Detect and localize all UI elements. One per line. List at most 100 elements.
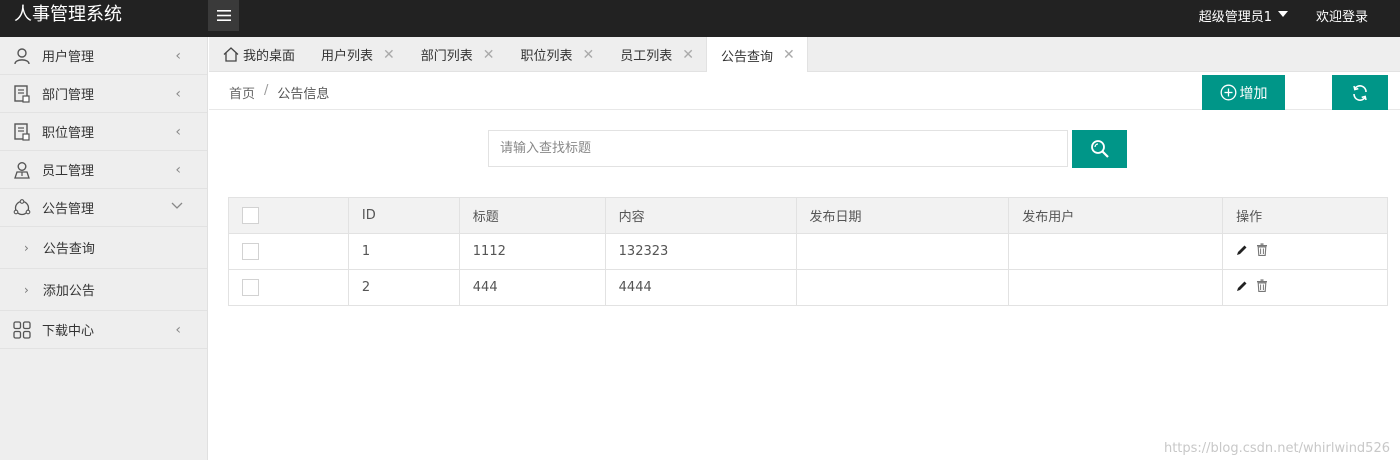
user-name: 超级管理员1 — [1198, 10, 1272, 25]
column-header-user: 发布用户 — [1008, 197, 1224, 234]
caret-down-icon — [1277, 10, 1288, 17]
top-bar: 人事管理系统 超级管理员1 欢迎登录 — [0, 0, 1400, 37]
close-icon[interactable]: ✕ — [583, 47, 595, 63]
sidebar-item-position-management[interactable]: 职位管理 ‹ — [0, 113, 207, 151]
tab-label: 公告查询 — [721, 49, 774, 65]
close-icon[interactable]: ✕ — [483, 47, 495, 63]
chevron-left-icon: ‹ — [175, 48, 181, 64]
row-select-cell — [228, 269, 349, 306]
user-icon — [12, 46, 32, 66]
sidebar-item-label: 部门管理 — [42, 88, 95, 103]
sidebar-item-label: 职位管理 — [42, 126, 95, 141]
watermark-text: https://blog.csdn.net/whirlwind526 — [1163, 441, 1390, 456]
cell-id: 1 — [347, 233, 460, 270]
trash-icon[interactable] — [1256, 243, 1268, 260]
chevron-right-icon: › — [24, 282, 29, 297]
breadcrumb: 首页 / 公告信息 — [229, 83, 329, 102]
add-button-label: 增加 — [1239, 85, 1268, 102]
chevron-left-icon: ‹ — [175, 322, 181, 338]
cell-actions — [1222, 233, 1388, 270]
tab-label: 我的桌面 — [243, 49, 296, 64]
cell-date — [795, 269, 1010, 306]
cell-user — [1008, 269, 1224, 306]
edit-icon[interactable] — [1236, 280, 1248, 296]
cell-title: 444 — [458, 269, 606, 306]
sidebar-subitem-notice-query[interactable]: › 公告查询 — [0, 227, 207, 269]
row-checkbox[interactable] — [242, 243, 259, 260]
cell-user — [1008, 233, 1224, 270]
sidebar-item-label: 用户管理 — [42, 50, 95, 65]
cell-content: 4444 — [604, 269, 797, 306]
chevron-left-icon: ‹ — [175, 86, 181, 102]
chevron-right-icon: › — [24, 240, 29, 255]
plus-circle-icon — [1220, 84, 1236, 101]
tab-label: 部门列表 — [420, 49, 473, 64]
close-icon[interactable]: ✕ — [682, 47, 694, 63]
menu-toggle-button[interactable] — [208, 0, 239, 31]
select-all-cell — [228, 197, 349, 234]
sidebar-item-department-management[interactable]: 部门管理 ‹ — [0, 75, 207, 113]
close-icon[interactable]: ✕ — [383, 47, 395, 63]
employee-icon — [12, 160, 32, 180]
refresh-button[interactable] — [1332, 75, 1388, 110]
breadcrumb-home[interactable]: 首页 — [229, 83, 255, 102]
column-header-date: 发布日期 — [795, 197, 1010, 234]
notice-table: ID 标题 内容 发布日期 发布用户 操作 1 1112 132323 2 44… — [228, 197, 1388, 306]
app-title: 人事管理系统 — [14, 4, 122, 25]
row-select-cell — [228, 233, 349, 270]
chevron-down-icon — [171, 198, 183, 214]
sidebar-item-user-management[interactable]: 用户管理 ‹ — [0, 37, 207, 75]
close-icon[interactable]: ✕ — [783, 47, 795, 63]
tab-label: 员工列表 — [620, 49, 673, 64]
login-link[interactable]: 欢迎登录 — [1316, 6, 1368, 25]
tab-my-desktop[interactable]: 我的桌面 — [209, 37, 307, 72]
tab-position-list[interactable]: 职位列表 ✕ — [507, 37, 607, 72]
search-icon — [1090, 140, 1109, 158]
column-header-id: ID — [347, 197, 460, 234]
search-button[interactable] — [1072, 130, 1127, 168]
tab-bar: 我的桌面 用户列表 ✕ 部门列表 ✕ 职位列表 ✕ 员工列表 ✕ 公告查询 ✕ — [209, 37, 1400, 73]
breadcrumb-separator: / — [264, 83, 269, 98]
sidebar-item-notice-management[interactable]: 公告管理 — [0, 189, 207, 227]
table-row: 2 444 4444 — [228, 269, 1388, 306]
add-button[interactable]: 增加 — [1202, 75, 1285, 110]
refresh-icon — [1353, 84, 1367, 101]
trash-icon[interactable] — [1256, 279, 1268, 296]
sidebar-item-label: 公告管理 — [42, 202, 95, 217]
breadcrumb-current: 公告信息 — [277, 87, 330, 102]
row-checkbox[interactable] — [242, 279, 259, 296]
home-icon — [223, 47, 239, 62]
cell-actions — [1222, 269, 1388, 306]
sidebar-subitem-add-notice[interactable]: › 添加公告 — [0, 269, 207, 311]
tab-department-list[interactable]: 部门列表 ✕ — [407, 37, 507, 72]
sidebar-item-label: 员工管理 — [42, 164, 95, 179]
sidebar-subitem-label: 添加公告 — [42, 284, 95, 299]
top-right-area: 超级管理员1 欢迎登录 — [1199, 0, 1400, 31]
tab-employee-list[interactable]: 员工列表 ✕ — [606, 37, 706, 72]
cell-content: 132323 — [604, 233, 797, 270]
menu-icon — [216, 10, 231, 21]
cell-date — [795, 233, 1010, 270]
chevron-left-icon: ‹ — [175, 124, 181, 140]
sidebar-item-download-center[interactable]: 下载中心 ‹ — [0, 311, 207, 349]
cell-id: 2 — [347, 269, 460, 306]
table-row: 1 1112 132323 — [228, 233, 1388, 270]
column-header-content: 内容 — [604, 197, 797, 234]
sidebar-item-label: 下载中心 — [42, 324, 95, 339]
column-header-title: 标题 — [458, 197, 606, 234]
column-header-actions: 操作 — [1222, 197, 1388, 234]
tab-notice-query[interactable]: 公告查询 ✕ — [706, 37, 808, 73]
user-dropdown[interactable]: 超级管理员1 — [1199, 6, 1288, 25]
notice-icon — [12, 198, 32, 218]
tab-user-list[interactable]: 用户列表 ✕ — [307, 37, 407, 72]
search-input[interactable] — [488, 130, 1068, 167]
sidebar: 用户管理 ‹ 部门管理 ‹ 职位管理 ‹ 员工管理 ‹ 公告管理 › 公告查询 — [0, 37, 208, 460]
edit-icon[interactable] — [1236, 244, 1248, 260]
document-icon — [12, 84, 32, 104]
tab-label: 用户列表 — [321, 49, 374, 64]
select-all-checkbox[interactable] — [242, 207, 259, 224]
document-icon — [12, 122, 32, 142]
grid-icon — [12, 320, 32, 340]
sidebar-item-employee-management[interactable]: 员工管理 ‹ — [0, 151, 207, 189]
sidebar-subitem-label: 公告查询 — [42, 242, 95, 257]
